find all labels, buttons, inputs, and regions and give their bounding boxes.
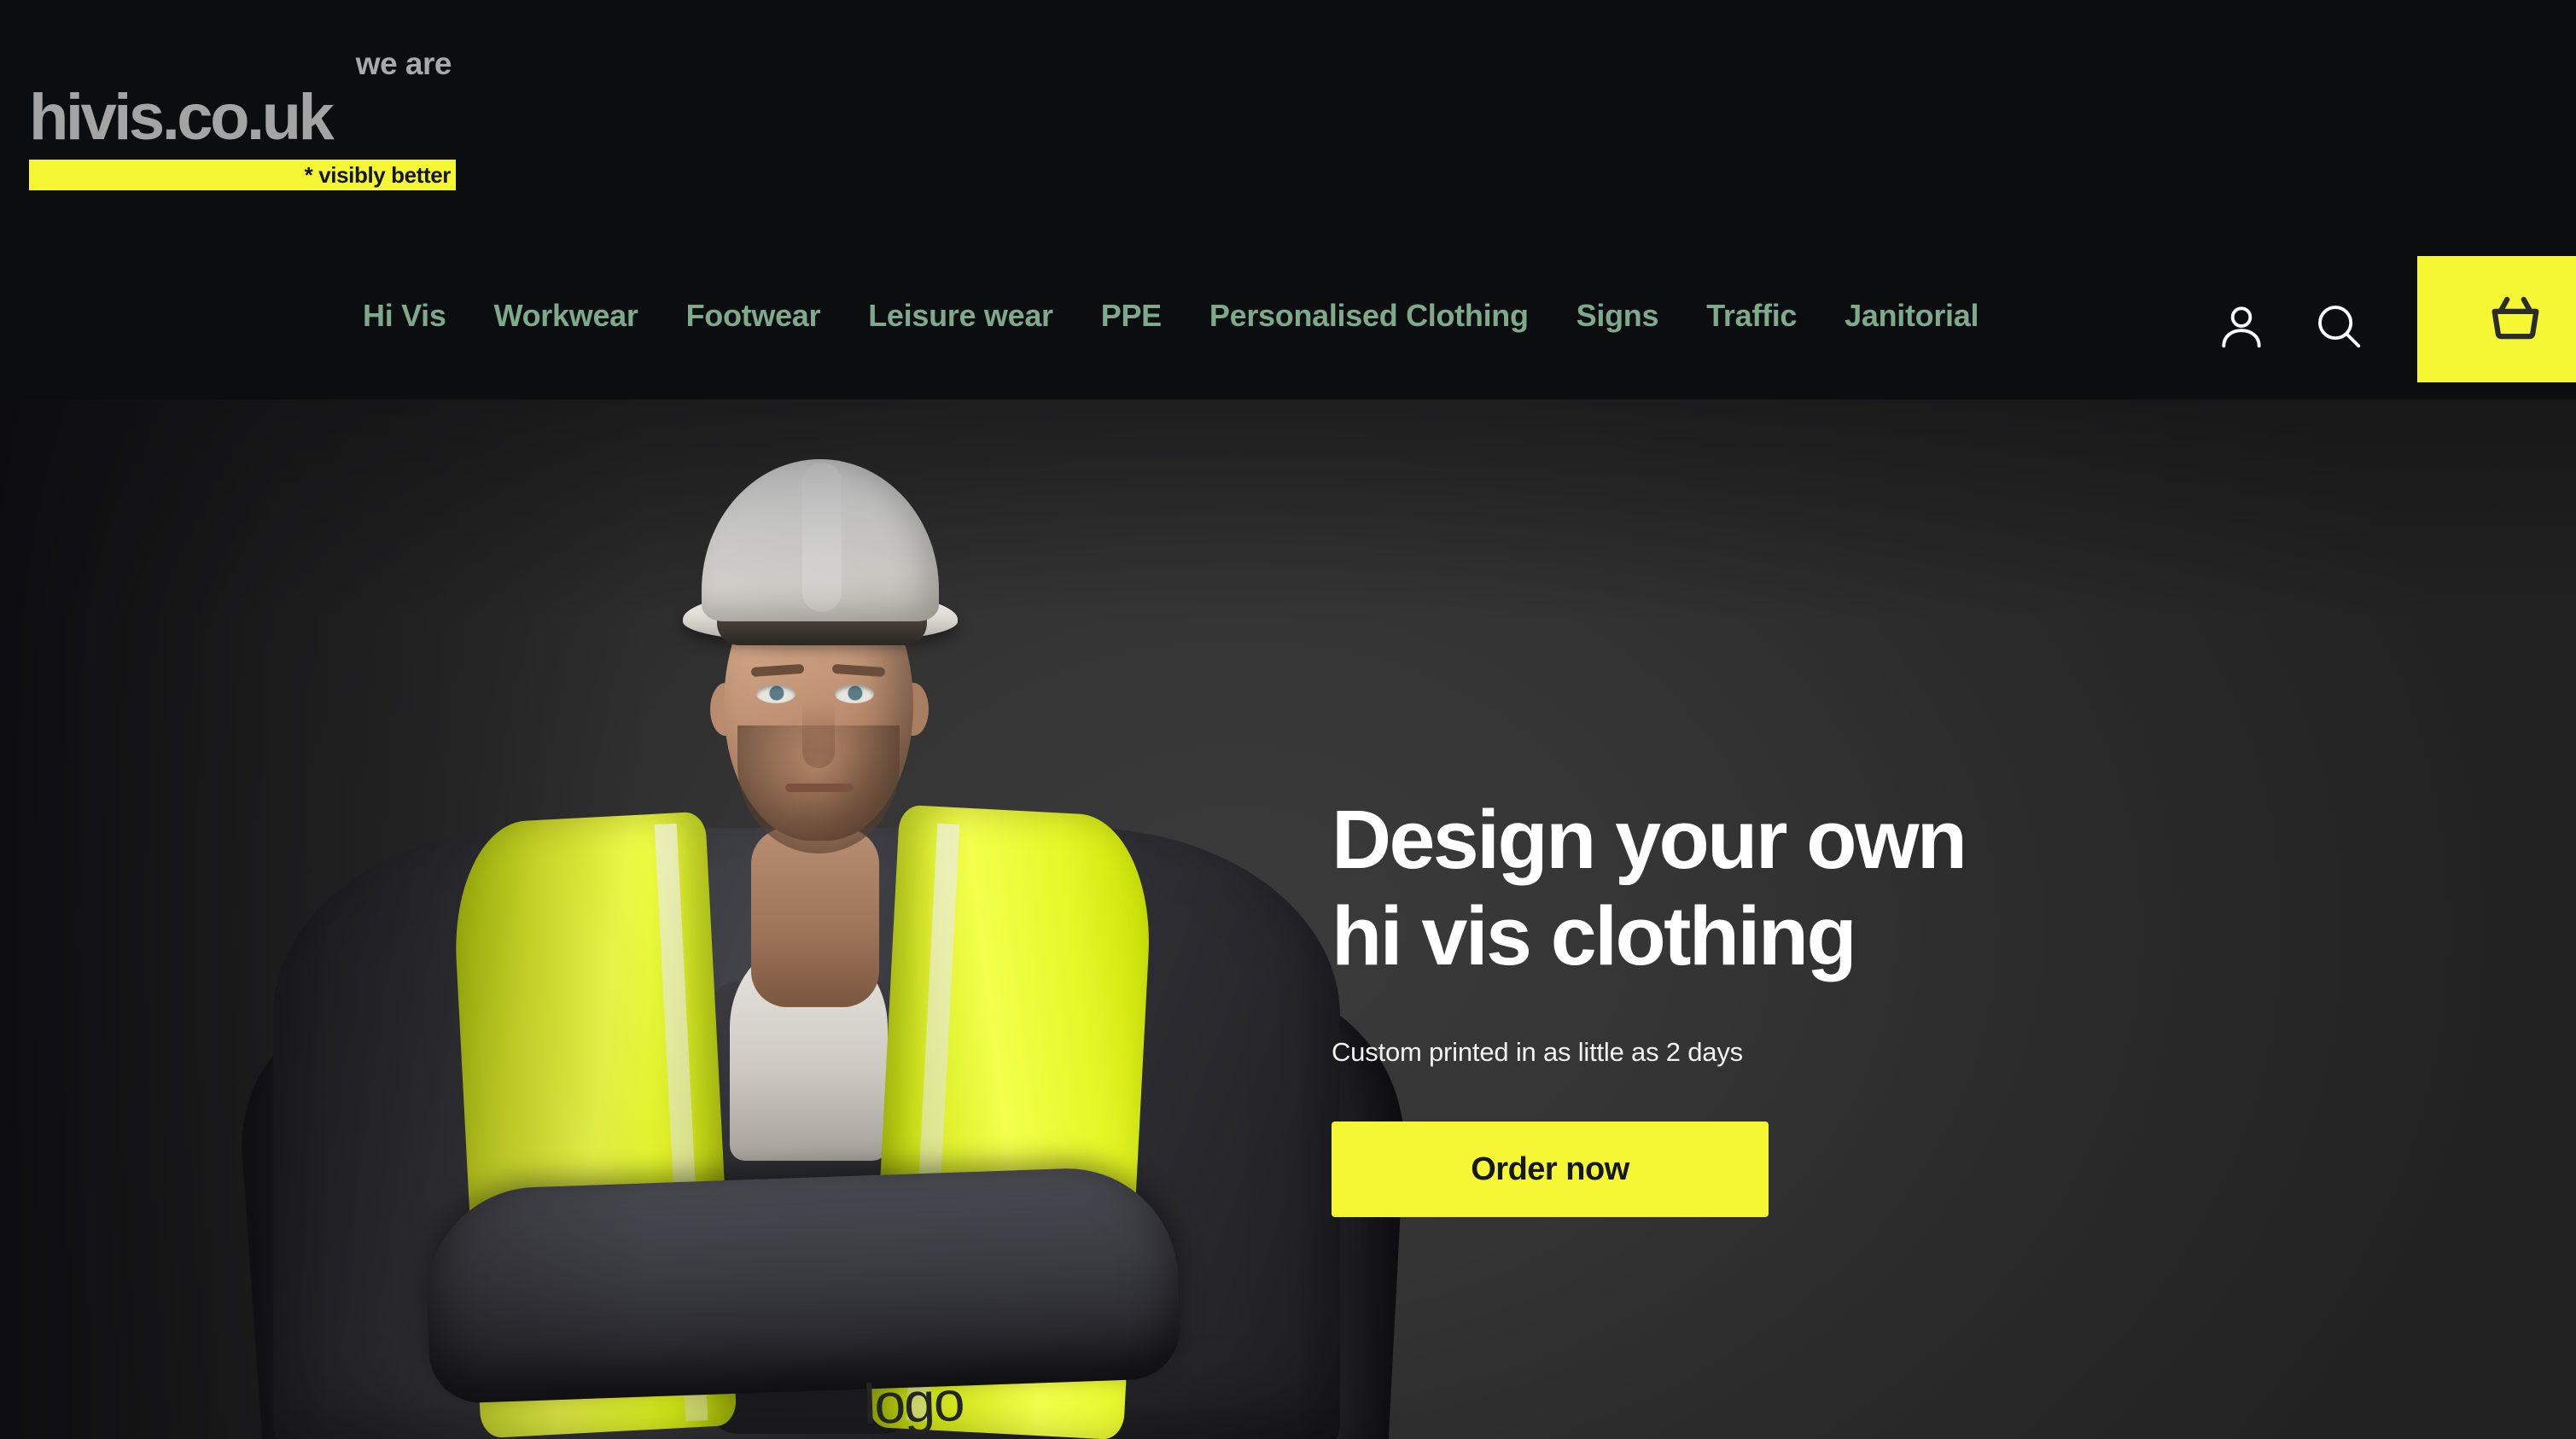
page-root: we are hivis.co.uk * visibly better Hi V…: [0, 0, 2576, 1439]
hero-title-line-1: Design your own: [1332, 793, 1967, 886]
nav-item-footwear[interactable]: Footwear: [662, 294, 845, 337]
site-logo[interactable]: we are hivis.co.uk * visibly better: [29, 48, 456, 190]
account-button[interactable]: [2202, 288, 2281, 366]
nav-item-traffic[interactable]: Traffic: [1682, 294, 1821, 337]
worker-neck: [751, 828, 879, 1007]
account-icon: [2215, 300, 2268, 355]
logo-pretext: we are: [355, 46, 452, 81]
logo-wordmark: hivis.co.uk: [29, 81, 335, 154]
hero-copy-block: Design your own hi vis clothing Custom p…: [1332, 792, 2356, 1218]
nav-item-leisure-wear[interactable]: Leisure wear: [844, 294, 1077, 337]
nav-item-personalised-clothing[interactable]: Personalised Clothing: [1186, 294, 1553, 337]
worker-eye-right: [835, 685, 874, 703]
order-now-button[interactable]: Order now: [1332, 1121, 1769, 1218]
header-icon-group: [2202, 259, 2378, 395]
basket-icon: [2482, 285, 2549, 354]
hero-banner: logo Design your own hi vis clothing Cus…: [0, 399, 2576, 1439]
nav-item-workwear[interactable]: Workwear: [470, 294, 662, 337]
worker-mouth: [785, 784, 854, 792]
search-icon: [2312, 300, 2365, 355]
hero-worker-image: logo: [231, 399, 1413, 1439]
basket-button[interactable]: [2417, 256, 2576, 382]
site-header: we are hivis.co.uk * visibly better Hi V…: [0, 0, 2576, 399]
hard-hat-ridge: [802, 463, 842, 612]
nav-item-hi-vis[interactable]: Hi Vis: [363, 294, 470, 337]
worker-vest-logo-print: logo: [862, 1368, 965, 1436]
hero-title: Design your own hi vis clothing: [1332, 792, 2356, 984]
search-button[interactable]: [2299, 288, 2378, 366]
worker-eye-left: [756, 685, 796, 703]
nav-item-signs[interactable]: Signs: [1553, 294, 1683, 337]
hero-subtitle: Custom printed in as little as 2 days: [1332, 1037, 1743, 1068]
nav-item-ppe[interactable]: PPE: [1077, 294, 1186, 337]
main-navigation: Hi Vis Workwear Footwear Leisure wear PP…: [0, 256, 2576, 382]
nav-link-list: Hi Vis Workwear Footwear Leisure wear PP…: [363, 294, 2002, 337]
hero-title-line-2: hi vis clothing: [1332, 888, 1857, 982]
nav-item-janitorial[interactable]: Janitorial: [1821, 294, 2002, 337]
logo-tagline-bar: * visibly better: [29, 159, 456, 190]
logo-tagline-text: * visibly better: [304, 161, 452, 188]
